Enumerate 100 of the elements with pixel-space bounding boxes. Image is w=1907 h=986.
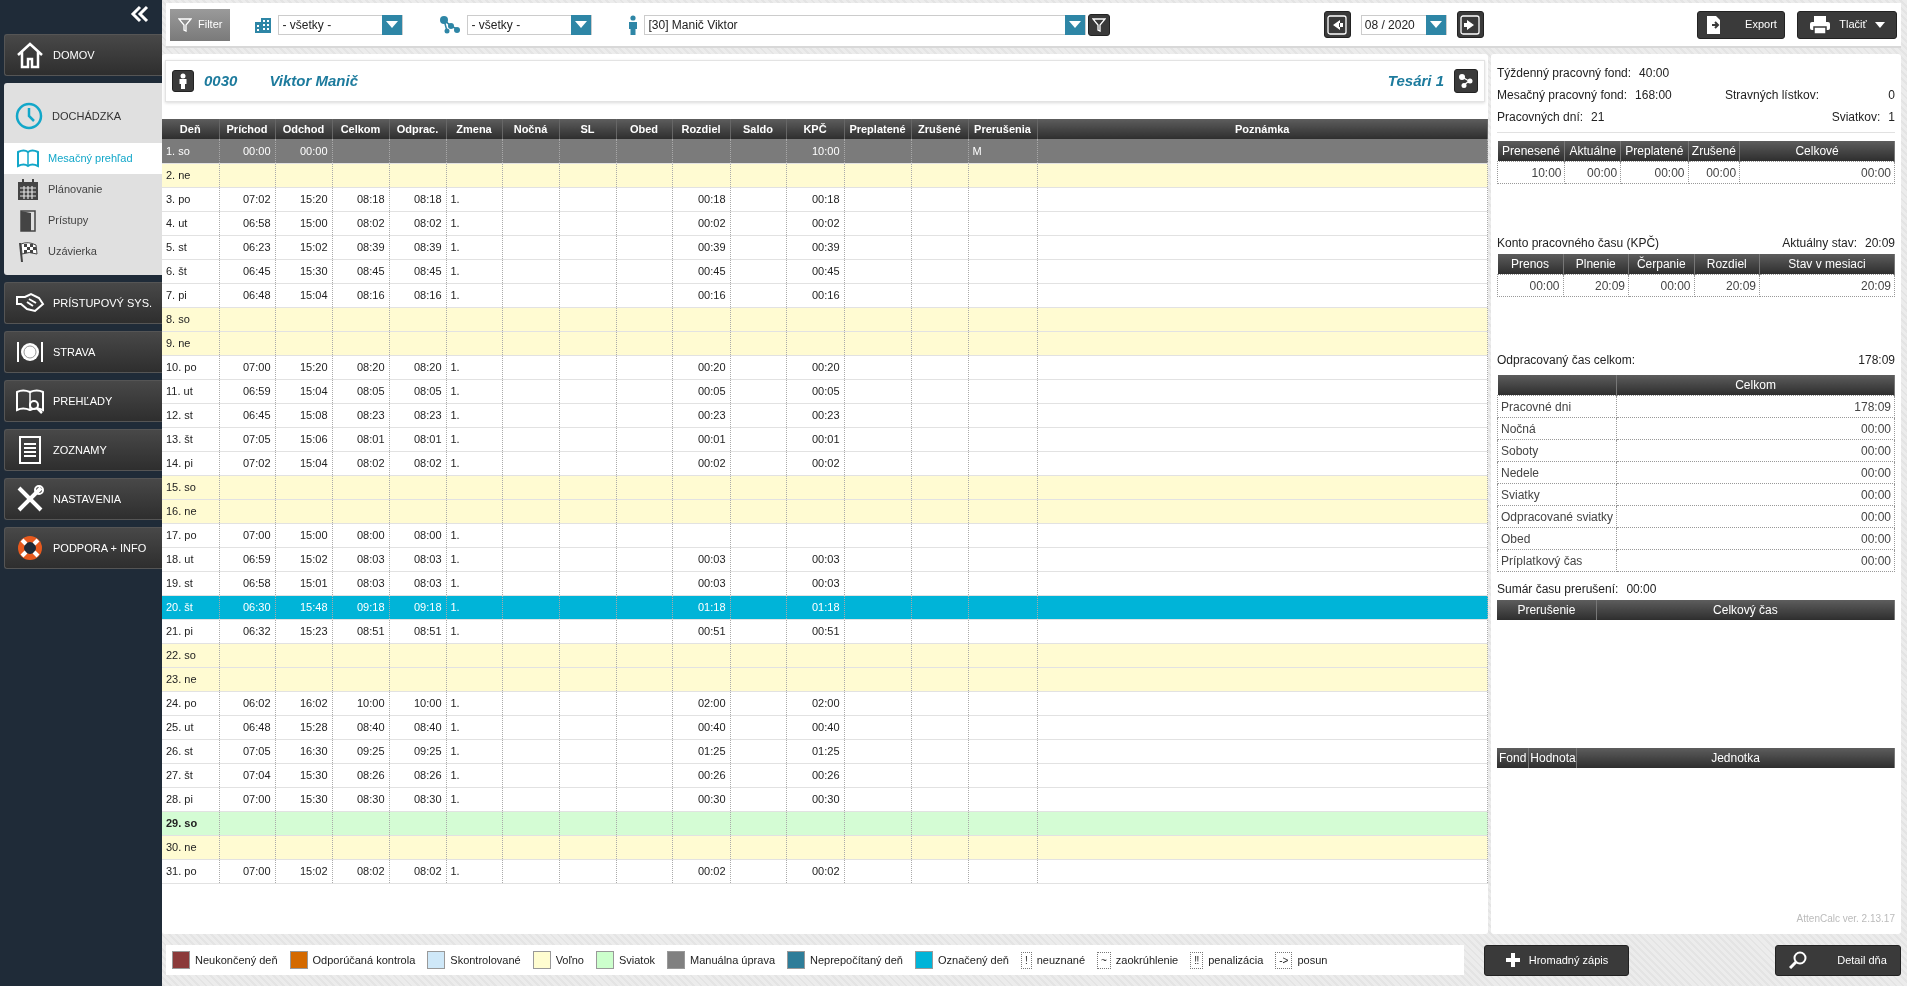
table-row[interactable]: 28. pi 07:00 15:30 08:30 08:30 1. 00:30 00:30	[162, 787, 1488, 811]
table-row[interactable]: 12. st 06:45 15:08 08:23 08:23 1. 00:23 00:23	[162, 403, 1488, 427]
column-header[interactable]: Zrušené	[911, 119, 968, 139]
table-row[interactable]: 19. st 06:58 15:01 08:03 08:03 1. 00:03 00:03	[162, 571, 1488, 595]
table-row[interactable]: 6. št 06:45 15:30 08:45 08:45 1. 00:45 00:45	[162, 259, 1488, 283]
day-detail-button[interactable]: Detail dňa	[1775, 944, 1901, 976]
arrow-right-icon	[1460, 14, 1481, 35]
summary-label: Sumár času prerušení:	[1497, 581, 1619, 598]
table-cell: 06:23	[219, 235, 275, 259]
table-row[interactable]: 17. po 07:00 15:00 08:00 08:00 1.	[162, 523, 1488, 547]
filter-icon	[178, 17, 192, 32]
filter-button[interactable]	[1088, 13, 1111, 36]
table-row[interactable]: 15. so	[162, 475, 1488, 499]
legend-label: Neprepočítaný deň	[810, 952, 903, 968]
table-row[interactable]: 11. ut 06:59 15:04 08:05 08:05 1. 00:05 00:05	[162, 379, 1488, 403]
column-header[interactable]: SL	[559, 119, 616, 139]
sidebar-item[interactable]: DOCHÁDZKA	[4, 101, 162, 143]
previous-month-button[interactable]	[1323, 11, 1351, 38]
table-row[interactable]: 25. ut 06:48 15:28 08:40 08:40 1. 00:40 00:40	[162, 715, 1488, 739]
home-icon	[15, 40, 45, 70]
table-row[interactable]: 1. so 00:00 00:00 10:00 M	[162, 139, 1488, 163]
table-row[interactable]: 4. ut 06:58 15:00 08:02 08:02 1. 00:02 00:02	[162, 211, 1488, 235]
table-cell: 01:25	[786, 739, 844, 763]
table-row[interactable]: 10. po 07:00 15:20 08:20 08:20 1. 00:20 00:20	[162, 355, 1488, 379]
column-header[interactable]: Nočná	[502, 119, 559, 139]
table-cell: 09:25	[389, 739, 446, 763]
table-row[interactable]: 26. st 07:05 16:30 09:25 09:25 1. 01:25 01:25	[162, 739, 1488, 763]
table-cell: 20. št	[162, 595, 219, 619]
table-cell: 08:02	[389, 451, 446, 475]
table-row[interactable]: 8. so	[162, 307, 1488, 331]
sidebar-subitem[interactable]: Uzávierka	[4, 236, 162, 267]
sidebar-item[interactable]: NASTAVENIA	[4, 478, 162, 520]
legend-label: posun	[1297, 952, 1328, 968]
column-header[interactable]: Odprac.	[389, 119, 446, 139]
table-cell: 1.	[446, 787, 502, 811]
team-select[interactable]: - všetky -	[467, 14, 593, 35]
table-cell: 00:00	[219, 139, 275, 163]
table-cell: 00:23	[672, 403, 730, 427]
column-header[interactable]: Prerušenia	[968, 119, 1037, 139]
sidebar-item[interactable]: DOMOV	[4, 34, 162, 76]
table-row[interactable]: 2. ne	[162, 163, 1488, 187]
summary-label: Aktuálny stav:	[1782, 235, 1857, 252]
column-header[interactable]: KPČ	[786, 119, 844, 139]
table-row[interactable]: 27. št 07:04 15:30 08:26 08:26 1. 00:26 00:26	[162, 763, 1488, 787]
table-row[interactable]: 18. ut 06:59 15:02 08:03 08:03 1. 00:03 00:03	[162, 547, 1488, 571]
legend-symbol: ->	[1275, 951, 1293, 969]
column-header[interactable]: Celkom	[332, 119, 389, 139]
table-cell: 1.	[446, 619, 502, 643]
employee-select[interactable]: [30] Manič Viktor	[644, 14, 1087, 35]
column-header[interactable]: Odchod	[275, 119, 332, 139]
column-header: Hodnota	[1528, 748, 1577, 768]
table-row[interactable]: 7. pi 06:48 15:04 08:16 08:16 1. 00:16 00:16	[162, 283, 1488, 307]
caret-icon	[386, 21, 399, 28]
print-button[interactable]: Tlačiť	[1797, 10, 1897, 39]
table-row[interactable]: 23. ne	[162, 667, 1488, 691]
table-row[interactable]: 3. po 07:02 15:20 08:18 08:18 1. 00:18 00:18	[162, 187, 1488, 211]
table-row[interactable]: 9. ne	[162, 331, 1488, 355]
sidebar-item[interactable]: PREHĽADY	[4, 380, 162, 422]
table-cell: 08:02	[389, 859, 446, 883]
table-cell: 08:45	[389, 259, 446, 283]
table-cell: 1.	[446, 547, 502, 571]
table-row[interactable]: 14. pi 07:02 15:04 08:02 08:02 1. 00:02 00:02	[162, 451, 1488, 475]
column-header[interactable]: Zmena	[446, 119, 502, 139]
table-row[interactable]: 13. št 07:05 15:06 08:01 08:01 1. 00:01 00:01	[162, 427, 1488, 451]
table-row[interactable]: 5. st 06:23 15:02 08:39 08:39 1. 00:39 00:39	[162, 235, 1488, 259]
bulk-entry-button[interactable]: Hromadný zápis	[1484, 944, 1629, 976]
column-header[interactable]: Rozdiel	[672, 119, 730, 139]
plus-icon	[1504, 952, 1521, 968]
column-header[interactable]: Obed	[616, 119, 672, 139]
sidebar-item[interactable]: STRAVA	[4, 331, 162, 373]
table-row[interactable]: 16. ne	[162, 499, 1488, 523]
next-month-button[interactable]	[1456, 11, 1484, 38]
column-header[interactable]: Saldo	[730, 119, 786, 139]
table-row[interactable]: 29. so	[162, 811, 1488, 835]
table-row[interactable]: 30. ne	[162, 835, 1488, 859]
table-row[interactable]: 31. po 07:00 15:02 08:02 08:02 1. 00:02 00:02	[162, 859, 1488, 883]
column-header[interactable]: Deň	[162, 119, 219, 139]
table-cell: 15:01	[275, 571, 332, 595]
sidebar-item[interactable]: PODPORA + INFO	[4, 527, 162, 569]
column-header[interactable]: Príchod	[219, 119, 275, 139]
table-row[interactable]: 22. so	[162, 643, 1488, 667]
sidebar-item[interactable]: PRÍSTUPOVÝ SYS.	[4, 282, 162, 324]
month-select[interactable]: 08 / 2020	[1360, 14, 1447, 35]
summary-label: Týždenný pracovný fond:	[1497, 65, 1632, 82]
table-cell: 11. ut	[162, 379, 219, 403]
table-cell: 00:02	[786, 451, 844, 475]
collapse-icon[interactable]	[130, 4, 150, 24]
table-cell: 08:03	[332, 571, 389, 595]
department-select[interactable]: - všetky -	[278, 14, 404, 35]
sidebar-subitem[interactable]: Prístupy	[4, 205, 162, 236]
table-cell: 12. st	[162, 403, 219, 427]
table-cell: 2. ne	[162, 163, 219, 187]
table-row[interactable]: 24. po 06:02 16:02 10:00 10:00 1. 02:00 02:00	[162, 691, 1488, 715]
sidebar-subitem[interactable]: Plánovanie	[4, 174, 162, 205]
sidebar-item[interactable]: ZOZNAMY	[4, 429, 162, 471]
team-button[interactable]	[1454, 69, 1478, 93]
column-header[interactable]: Preplatené	[844, 119, 911, 139]
table-row[interactable]: 21. pi 06:32 15:23 08:51 08:51 1. 00:51 00:51	[162, 619, 1488, 643]
export-button[interactable]: Export	[1697, 10, 1785, 39]
column-header[interactable]: Poznámka	[1037, 119, 1488, 139]
